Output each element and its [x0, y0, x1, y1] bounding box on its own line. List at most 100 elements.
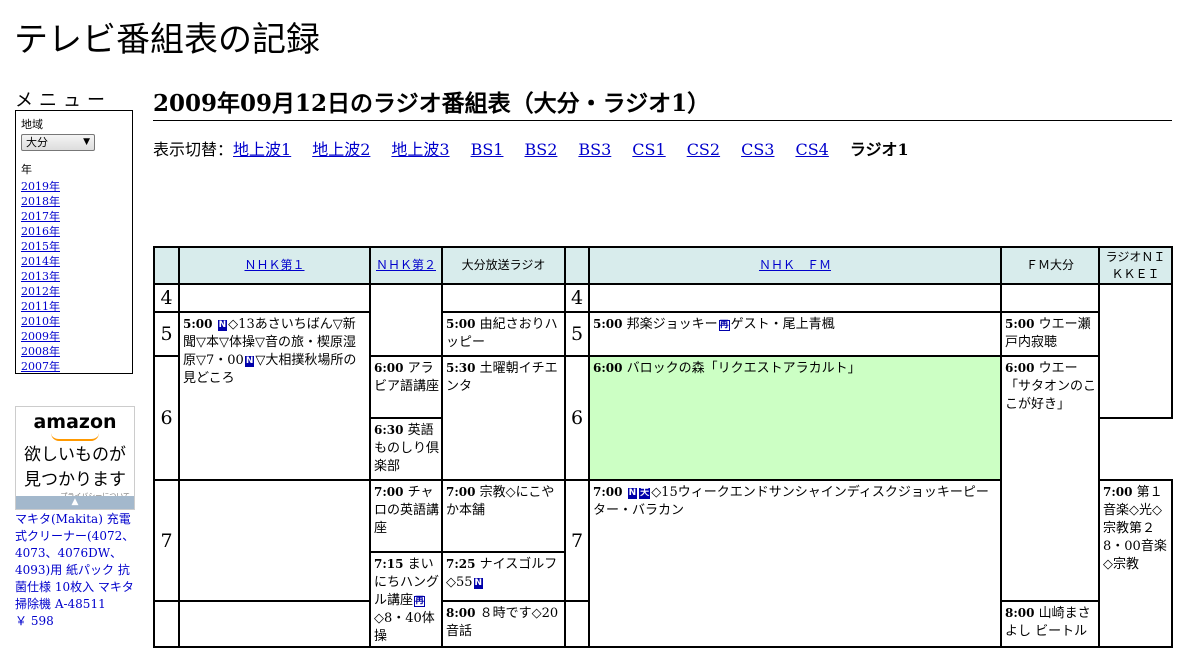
year-link-2015[interactable]: 2015年: [21, 239, 127, 254]
year-link-2012[interactable]: 2012年: [21, 284, 127, 299]
channel-switcher: 表示切替：地上波1 地上波2 地上波3 BS1 BS2 BS3 CS1 CS2 CS3 CS4 ラジ…: [153, 136, 909, 160]
switch-link-cs2[interactable]: CS2: [687, 140, 720, 159]
year-link-2008[interactable]: 2008年: [21, 344, 127, 359]
switch-link-terrestrial1[interactable]: 地上波1: [233, 140, 291, 159]
switch-current: ラジオ1: [849, 140, 909, 159]
channel-header-nhk1: ＮＨＫ第１: [178, 246, 371, 285]
slot-empty: [1098, 283, 1173, 419]
hour-label-8: [153, 600, 180, 648]
hour-row-4: 4 4: [153, 283, 1173, 419]
news-badge-icon: N: [217, 320, 228, 331]
year-link-2014[interactable]: 2014年: [21, 254, 127, 269]
program-cell-highlighted[interactable]: 6:00 バロックの森「リクエストアラカルト」: [588, 355, 1002, 481]
program-cell[interactable]: 7:00 宗教◇にこやか本舗: [441, 479, 566, 553]
page-title: 2009年09月12日のラジオ番組表（大分・ラジオ1）: [153, 84, 1172, 121]
program-cell[interactable]: 5:00 N ◇13あさいちばん▽新聞▽本▽体操▽音の旅・楔原湿原▽7・00 N ▽大…: [178, 311, 371, 481]
header-blank-2: [564, 246, 590, 285]
channel-header-fm-oita: ＦＭ大分: [1000, 246, 1100, 285]
program-grid: ＮＨＫ第１ ＮＨＫ第２ 大分放送ラジオ ＮＨＫ ＦＭ ＦＭ大分 ラジオＮＩＫＫＥ…: [153, 246, 1173, 648]
year-link-2011[interactable]: 2011年: [21, 299, 127, 314]
ad-catch-line-1: 欲しいものが: [24, 445, 126, 465]
program-cell[interactable]: 5:00 邦楽ジョッキー再ゲスト・尾上青楓: [588, 311, 1002, 357]
year-link-2019[interactable]: 2019年: [21, 179, 127, 194]
news-badge-icon: N: [244, 356, 255, 367]
slot-empty: [441, 283, 566, 313]
news-badge-icon: N: [627, 488, 638, 499]
site-title: テレビ番組表の記録: [14, 20, 320, 60]
program-cell[interactable]: 7:00 チャロの英語講座: [369, 479, 443, 553]
program-cell[interactable]: 7:00 第１音楽◇光◇宗教第２ 8・00音楽◇宗教: [1098, 479, 1173, 648]
year-link-2010[interactable]: 2010年: [21, 314, 127, 329]
program-cell[interactable]: 6:30 英語ものしり倶楽部: [369, 417, 443, 481]
hour-row-5: 5 5:00 N ◇13あさいちばん▽新聞▽本▽体操▽音の旅・楔原湿原▽7・00 N…: [153, 311, 1172, 481]
header-blank: [153, 246, 180, 285]
hour-label-7-right: 7: [564, 478, 590, 603]
year-link-2013[interactable]: 2013年: [21, 269, 127, 284]
region-select[interactable]: 大分 ▼: [21, 134, 95, 151]
region-label: 地域: [21, 118, 43, 131]
chevron-down-icon: ▼: [83, 137, 90, 147]
program-cell[interactable]: 8:00 ８時です◇20音話: [441, 600, 566, 648]
channel-header-nhk2: ＮＨＫ第２: [369, 246, 443, 285]
slot-empty: [178, 600, 371, 648]
ad-product-price: ￥ 598: [15, 614, 54, 628]
program-cell[interactable]: 5:30 土曜朝イチエンタ: [441, 355, 566, 481]
slot-empty: [178, 283, 371, 313]
menu-box: 地域 大分 ▼ 年 2019年 2018年 2017年 2016年 2015年 …: [15, 110, 133, 374]
channel-header-nikkei: ラジオＮＩＫＫＥＩ: [1098, 246, 1173, 285]
switch-link-cs3[interactable]: CS3: [741, 140, 774, 159]
rerun-badge-icon: 再: [718, 320, 730, 331]
switch-link-bs2[interactable]: BS2: [524, 140, 557, 159]
year-link-2016[interactable]: 2016年: [21, 224, 127, 239]
switch-link-bs1[interactable]: BS1: [471, 140, 504, 159]
ad-catch-line-2: 見つかります: [24, 470, 126, 490]
hour-label-5-right: 5: [564, 311, 590, 357]
hour-label-4-right: 4: [564, 283, 590, 313]
slot-empty: [178, 478, 371, 603]
amazon-logo: amazon: [33, 411, 117, 433]
program-cell[interactable]: 7:25 ナイスゴルフ◇55 N: [441, 550, 566, 603]
ad-product[interactable]: マキタ(Makita) 充電式クリーナー(4072、4073、4076DW、40…: [15, 511, 137, 630]
hour-label-8-right: [564, 600, 590, 648]
program-cell[interactable]: 5:00 ウエー瀬戸内寂聴: [1000, 311, 1100, 357]
hour-label-7: 7: [153, 478, 180, 603]
year-link-2009[interactable]: 2009年: [21, 329, 127, 344]
program-cell[interactable]: 6:00 アラビア語講座: [369, 355, 443, 419]
switcher-label: 表示切替：: [153, 140, 234, 159]
program-cell[interactable]: 7:15 まいにちハングル講座 再◇8・40体操: [369, 551, 443, 648]
channel-link-nhk2[interactable]: ＮＨＫ第２: [376, 258, 436, 272]
year-link-2007[interactable]: 2007年: [21, 359, 127, 374]
year-link-2017[interactable]: 2017年: [21, 209, 127, 224]
switch-link-terrestrial2[interactable]: 地上波2: [312, 140, 370, 159]
rerun-badge-icon: 再: [414, 596, 426, 607]
menu-title: メニュー: [15, 90, 111, 111]
channel-link-nhkfm[interactable]: ＮＨＫ ＦＭ: [759, 258, 831, 272]
program-cell[interactable]: 5:00 由紀さおりハッピー: [441, 311, 566, 357]
ad-collapse-bar[interactable]: ▲: [16, 496, 134, 509]
weather-badge-icon: 天: [639, 488, 651, 499]
year-link-2018[interactable]: 2018年: [21, 194, 127, 209]
switch-link-bs3[interactable]: BS3: [578, 140, 611, 159]
channel-header-row: ＮＨＫ第１ ＮＨＫ第２ 大分放送ラジオ ＮＨＫ ＦＭ ＦＭ大分 ラジオＮＩＫＫＥ…: [153, 246, 1173, 285]
switch-link-cs1[interactable]: CS1: [632, 140, 665, 159]
channel-header-obs: 大分放送ラジオ: [441, 246, 566, 285]
amazon-smile-icon: [51, 433, 99, 441]
ad-product-link[interactable]: マキタ(Makita) 充電式クリーナー(4072、4073、4076DW、40…: [15, 512, 134, 611]
year-label: 年: [21, 163, 32, 176]
program-cell[interactable]: 7:00 N 天 ◇15ウィークエンドサンシャインディスクジョッキーピーター・バラカ…: [588, 479, 1002, 648]
slot-empty: [1000, 283, 1100, 313]
switch-link-terrestrial3[interactable]: 地上波3: [391, 140, 449, 159]
slot-empty: [369, 283, 443, 357]
program-cell[interactable]: 6:00 ウエー「サタオンのここが好き」: [1000, 354, 1100, 603]
hour-label-4: 4: [153, 283, 180, 313]
channel-header-nhkfm: ＮＨＫ ＦＭ: [588, 246, 1002, 285]
news-badge-icon: N: [473, 578, 484, 589]
channel-link-nhk1[interactable]: ＮＨＫ第１: [244, 258, 304, 272]
hour-label-6-right: 6: [564, 355, 590, 481]
program-cell[interactable]: 8:00 山崎まさよし ビートル: [1000, 600, 1100, 648]
hour-label-6: 6: [153, 355, 180, 481]
region-select-value: 大分: [26, 136, 48, 149]
switch-link-cs4[interactable]: CS4: [795, 140, 828, 159]
amazon-ad-banner[interactable]: amazon 欲しいものが 見つかります プライバシーについて ▲: [15, 406, 135, 510]
year-list: 年 2019年 2018年 2017年 2016年 2015年 2014年 20…: [21, 161, 127, 374]
